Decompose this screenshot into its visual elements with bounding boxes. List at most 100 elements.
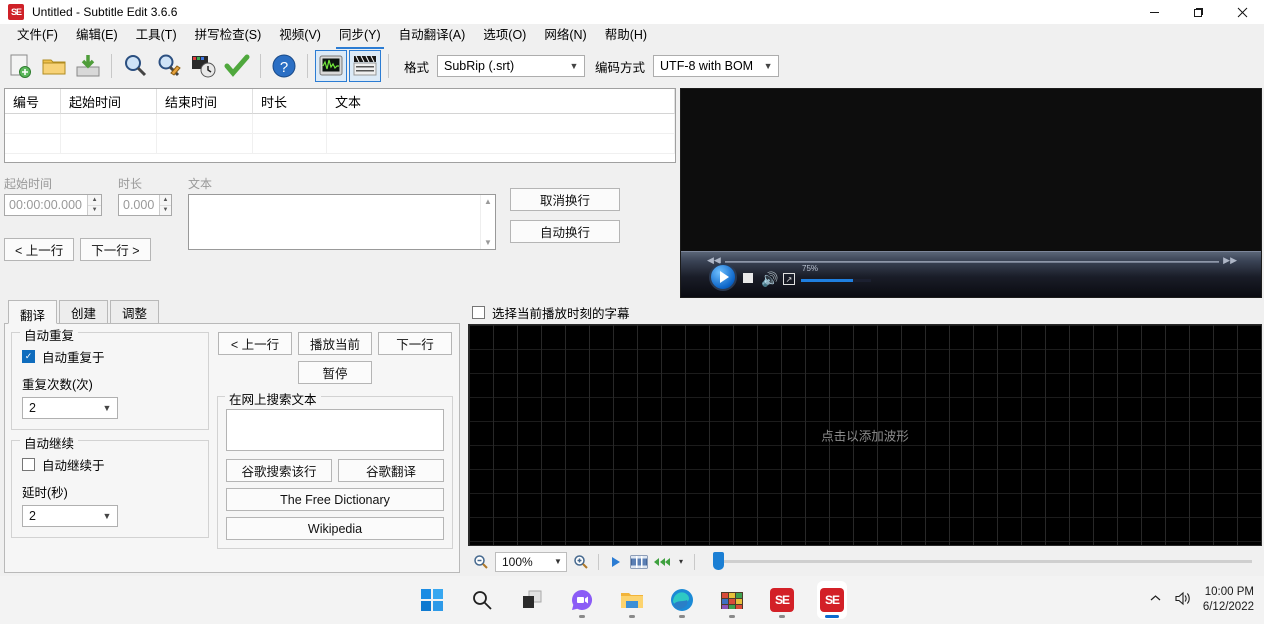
scroll-up-icon[interactable]: ▲ (484, 197, 492, 206)
previous-line-button[interactable]: < 上一行 (4, 238, 75, 261)
waveform-slider-thumb[interactable] (713, 552, 724, 570)
save-icon[interactable] (72, 50, 104, 82)
menu-file[interactable]: 文件(F) (8, 24, 67, 46)
auto-continue-checkbox-row[interactable]: 自动继续于 (22, 455, 198, 474)
translate-previous-line-button[interactable]: < 上一行 (218, 332, 292, 355)
unbreak-button[interactable]: 取消换行 (510, 188, 620, 211)
minimize-button[interactable] (1132, 0, 1176, 24)
auto-break-button[interactable]: 自动换行 (510, 220, 620, 243)
table-row[interactable] (5, 114, 675, 134)
column-header-start[interactable]: 起始时间 (61, 89, 157, 114)
text-scrollbar[interactable]: ▲ ▼ (480, 195, 495, 249)
sync-timing-icon[interactable] (187, 50, 219, 82)
tab-translate[interactable]: 翻译 (8, 300, 58, 324)
menu-video[interactable]: 视频(V) (270, 24, 330, 46)
google-translate-button[interactable]: 谷歌翻译 (338, 459, 444, 482)
menu-auto-translate[interactable]: 自动翻译(A) (390, 24, 475, 46)
duration-stepper[interactable]: ▲ ▼ (118, 194, 172, 216)
repeat-count-dropdown[interactable]: 2 ▼ (22, 397, 118, 419)
open-folder-icon[interactable] (38, 50, 70, 82)
menu-options[interactable]: 选项(O) (474, 24, 535, 46)
spin-up-icon-2[interactable]: ▲ (159, 195, 171, 206)
tab-create[interactable]: 创建 (59, 300, 109, 325)
google-search-line-button[interactable]: 谷歌搜索该行 (226, 459, 332, 482)
web-search-input[interactable] (226, 409, 444, 451)
menu-spellcheck[interactable]: 拼写检查(S) (186, 24, 271, 46)
next-line-button[interactable]: 下一行 > (80, 238, 151, 261)
pause-button[interactable]: 暂停 (298, 361, 372, 384)
menu-help[interactable]: 帮助(H) (596, 24, 656, 46)
column-header-end[interactable]: 结束时间 (157, 89, 253, 114)
auto-repeat-checkbox[interactable]: ✓ (22, 350, 35, 363)
menu-edit[interactable]: 编辑(E) (67, 24, 127, 46)
menu-network[interactable]: 网络(N) (535, 24, 595, 46)
duration-input[interactable] (119, 195, 159, 215)
waveform-vertical-zoom-slider[interactable] (713, 552, 1252, 570)
start-time-input[interactable] (5, 195, 88, 215)
stop-icon[interactable] (743, 273, 753, 283)
zoom-level-combo[interactable]: 100% ▼ (495, 551, 567, 572)
video-player[interactable]: ◀◀ ▶▶ 🔊 ↗ 75% (680, 88, 1262, 298)
duration-spin-buttons[interactable]: ▲ ▼ (158, 195, 171, 215)
filmstrip-icon[interactable] (630, 553, 648, 571)
replace-icon[interactable] (153, 50, 185, 82)
start-button[interactable] (417, 581, 447, 619)
clock[interactable]: 10:00 PM 6/12/2022 (1203, 585, 1254, 615)
chat-icon[interactable] (567, 581, 597, 619)
edge-icon[interactable] (667, 581, 697, 619)
wikipedia-button[interactable]: Wikipedia (226, 517, 444, 540)
spin-down-icon-2[interactable]: ▼ (159, 205, 171, 215)
play-icon[interactable] (709, 263, 737, 291)
start-time-stepper[interactable]: ▲ ▼ (4, 194, 102, 216)
format-combo[interactable]: SubRip (.srt) ▼ (437, 55, 586, 77)
new-file-icon[interactable] (4, 50, 36, 82)
subtitle-list-view[interactable]: 编号 起始时间 结束时间 时长 文本 (4, 88, 676, 163)
spin-up-icon[interactable]: ▲ (88, 195, 101, 206)
video-seek-slider[interactable] (725, 261, 1219, 263)
fix-common-errors-icon[interactable] (221, 50, 253, 82)
subtitle-edit-icon-taskbar[interactable]: SE (767, 581, 797, 619)
auto-repeat-checkbox-row[interactable]: ✓ 自动重复于 (22, 347, 198, 366)
waveform-play-icon[interactable] (607, 553, 625, 571)
zoom-out-icon[interactable] (472, 553, 490, 571)
encoding-combo[interactable]: UTF-8 with BOM ▼ (653, 55, 780, 77)
menu-sync[interactable]: 同步(Y) (330, 24, 390, 49)
help-icon[interactable]: ? (268, 50, 300, 82)
winrar-icon[interactable] (717, 581, 747, 619)
tab-adjust[interactable]: 调整 (110, 300, 160, 325)
fullscreen-icon[interactable]: ↗ (783, 273, 795, 285)
subtitle-text-input[interactable]: ▲ ▼ (188, 194, 496, 250)
free-dictionary-button[interactable]: The Free Dictionary (226, 488, 444, 511)
speaker-icon[interactable]: 🔊 (761, 272, 778, 286)
task-view-icon[interactable] (517, 581, 547, 619)
fast-forward-dropdown-icon[interactable]: ▾ (676, 553, 686, 571)
volume-icon[interactable] (1174, 591, 1191, 609)
zoom-in-icon[interactable] (572, 553, 590, 571)
video-surface[interactable] (681, 89, 1261, 251)
scroll-down-icon[interactable]: ▼ (484, 238, 492, 247)
fast-forward-icon-2[interactable] (653, 553, 671, 571)
column-header-text[interactable]: 文本 (327, 89, 675, 114)
delay-dropdown[interactable]: 2 ▼ (22, 505, 118, 527)
auto-continue-checkbox[interactable] (22, 458, 35, 471)
translate-next-line-button[interactable]: 下一行 (378, 332, 452, 355)
play-current-button[interactable]: 播放当前 (298, 332, 372, 355)
waveform-display[interactable]: 点击以添加波形 (468, 324, 1262, 546)
column-header-duration[interactable]: 时长 (253, 89, 327, 114)
spin-down-icon[interactable]: ▼ (88, 205, 101, 215)
find-icon[interactable] (119, 50, 151, 82)
file-explorer-icon[interactable] (617, 581, 647, 619)
search-icon[interactable] (467, 581, 497, 619)
subtitle-edit-active-icon[interactable]: SE (817, 581, 847, 619)
start-time-spin-buttons[interactable]: ▲ ▼ (87, 195, 101, 215)
chevron-up-icon[interactable] (1149, 592, 1162, 608)
volume-slider[interactable] (801, 279, 871, 282)
fast-forward-icon[interactable]: ▶▶ (1223, 255, 1237, 266)
column-header-number[interactable]: 编号 (5, 89, 61, 114)
toggle-waveform-icon[interactable] (315, 50, 347, 82)
maximize-button[interactable] (1176, 0, 1220, 24)
table-row[interactable] (5, 134, 675, 154)
toggle-video-icon[interactable] (349, 50, 381, 82)
select-current-subtitle-checkbox[interactable] (472, 305, 485, 319)
close-button[interactable] (1220, 0, 1264, 24)
